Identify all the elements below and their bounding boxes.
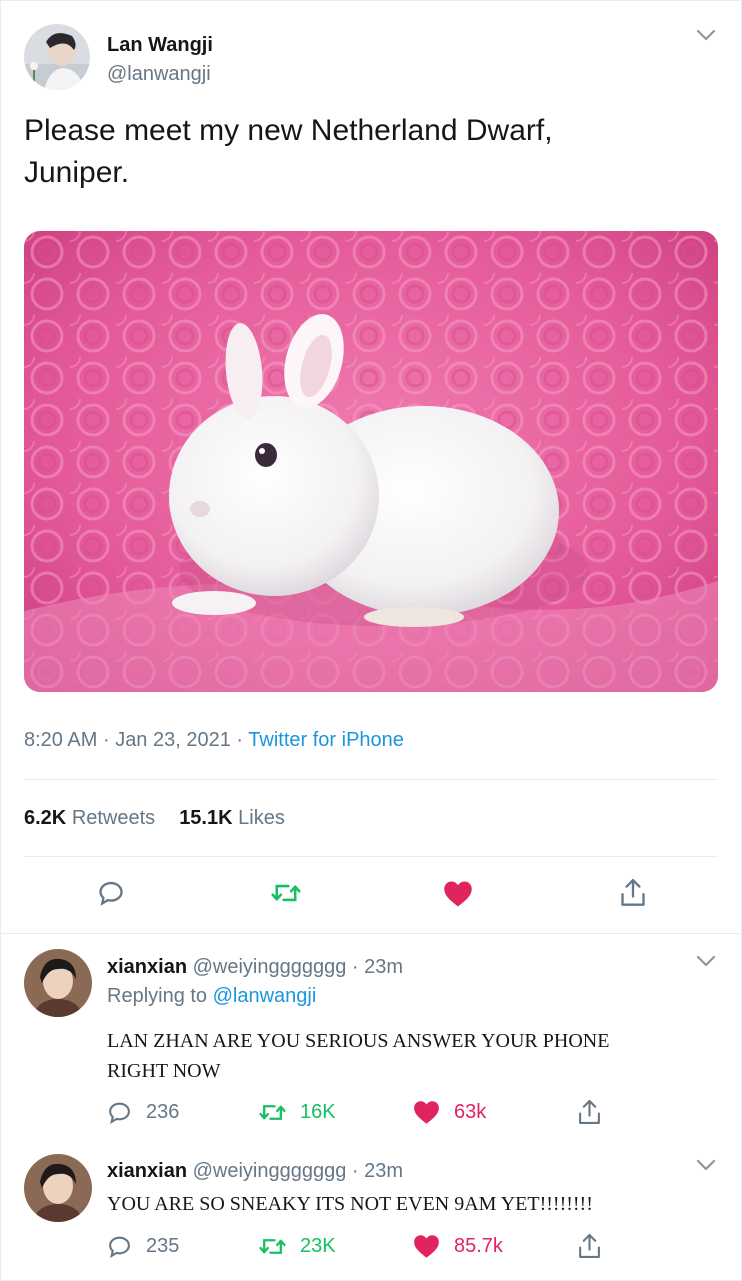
retweets-count: 6.2K [24, 807, 67, 829]
share-icon[interactable] [577, 1232, 602, 1261]
reply-author-name[interactable]: xianxian [107, 1160, 187, 1182]
reply-text: LAN ZHAN ARE YOU SERIOUS ANSWER YOUR PHO… [107, 1026, 707, 1086]
tweet-text-line: Juniper. [24, 156, 130, 189]
reply-count: 235 [146, 1235, 180, 1257]
reply-text-line: YOU ARE SO SNEAKY ITS NOT EVEN 9AM YET!!… [107, 1193, 593, 1215]
retweets-label: Retweets [71, 807, 156, 829]
engagement-stats: 6.2K Retweets 15.1K Likes [24, 807, 285, 830]
heart-icon [414, 1101, 439, 1124]
reply-avatar[interactable] [24, 949, 92, 1017]
reply-avatar[interactable] [24, 1154, 92, 1222]
meta-separator: · [236, 729, 244, 751]
share-icon[interactable] [577, 1098, 602, 1127]
reply-like-action[interactable]: 63k [413, 1100, 486, 1125]
replying-to-prefix: Replying to [107, 985, 208, 1007]
tweet-time[interactable]: 8:20 AM [24, 729, 97, 751]
rabbit-photo-image [24, 231, 718, 692]
tweet-photo[interactable] [24, 231, 718, 692]
reply-retweet-action[interactable]: 16K [259, 1100, 336, 1125]
reply-header: xianxian @weiyinggggggg · 23m [107, 1160, 403, 1183]
reply-text-line: RIGHT NOW [107, 1060, 221, 1082]
heart-icon[interactable] [443, 880, 473, 908]
tweet-text-line: Please meet my new Netherland Dwarf, [24, 114, 553, 147]
chevron-down-icon[interactable] [695, 1158, 717, 1172]
meta-separator: · [351, 956, 359, 978]
tweet-date[interactable]: Jan 23, 2021 [115, 729, 231, 751]
replying-to-link[interactable]: @lanwangji [213, 985, 317, 1007]
meta-separator: · [102, 729, 110, 751]
reply-reply-action[interactable]: 235 [107, 1234, 179, 1259]
divider [24, 779, 718, 780]
reply-header: xianxian @weiyinggggggg · 23m [107, 956, 403, 979]
reply-text: YOU ARE SO SNEAKY ITS NOT EVEN 9AM YET!!… [107, 1189, 707, 1219]
retweet-icon [259, 1239, 286, 1254]
reply-retweet-action[interactable]: 23K [259, 1234, 336, 1259]
reply-age[interactable]: 23m [364, 1160, 403, 1182]
author-avatar[interactable] [24, 24, 90, 90]
reply-count: 236 [146, 1101, 180, 1123]
retweets-stat[interactable]: 6.2K Retweets [24, 807, 155, 829]
reply-tweet[interactable]: xianxian @weiyinggggggg · 23m Replying t… [0, 934, 742, 1148]
author-handle[interactable]: @lanwangji [107, 63, 211, 86]
tweet-metadata: 8:20 AM · Jan 23, 2021 · Twitter for iPh… [24, 729, 404, 752]
like-count: 85.7k [454, 1235, 503, 1257]
reply-author-handle[interactable]: @weiyinggggggg [193, 956, 347, 978]
likes-count: 15.1K [179, 807, 233, 829]
share-icon[interactable] [619, 877, 647, 909]
divider [24, 856, 718, 857]
retweet-icon [259, 1105, 286, 1120]
reply-icon [109, 1236, 130, 1259]
reply-author-name[interactable]: xianxian [107, 956, 187, 978]
retweet-count: 16K [300, 1101, 336, 1123]
heart-icon [414, 1235, 439, 1258]
chevron-down-icon[interactable] [695, 28, 717, 42]
retweet-count: 23K [300, 1235, 336, 1257]
reply-age[interactable]: 23m [364, 956, 403, 978]
likes-stat[interactable]: 15.1K Likes [179, 807, 285, 829]
reply-reply-action[interactable]: 236 [107, 1100, 179, 1125]
author-name[interactable]: Lan Wangji [107, 34, 213, 57]
like-count: 63k [454, 1101, 487, 1123]
tweet-source-link[interactable]: Twitter for iPhone [248, 729, 404, 751]
tweet-text: Please meet my new Netherland Dwarf, Jun… [24, 110, 714, 194]
chevron-down-icon[interactable] [695, 954, 717, 968]
reply-icon[interactable] [97, 879, 125, 907]
retweet-icon[interactable] [271, 879, 301, 907]
reply-like-action[interactable]: 85.7k [413, 1234, 503, 1259]
reply-text-line: LAN ZHAN ARE YOU SERIOUS ANSWER YOUR PHO… [107, 1030, 610, 1052]
reply-icon [109, 1102, 130, 1125]
reply-tweet[interactable]: xianxian @weiyinggggggg · 23m YOU ARE SO… [0, 1148, 742, 1281]
main-tweet: Lan Wangji @lanwangji Please meet my new… [0, 0, 742, 934]
meta-separator: · [351, 1160, 359, 1182]
likes-label: Likes [238, 807, 285, 829]
replying-to: Replying to @lanwangji [107, 985, 316, 1008]
reply-author-handle[interactable]: @weiyinggggggg [193, 1160, 347, 1182]
